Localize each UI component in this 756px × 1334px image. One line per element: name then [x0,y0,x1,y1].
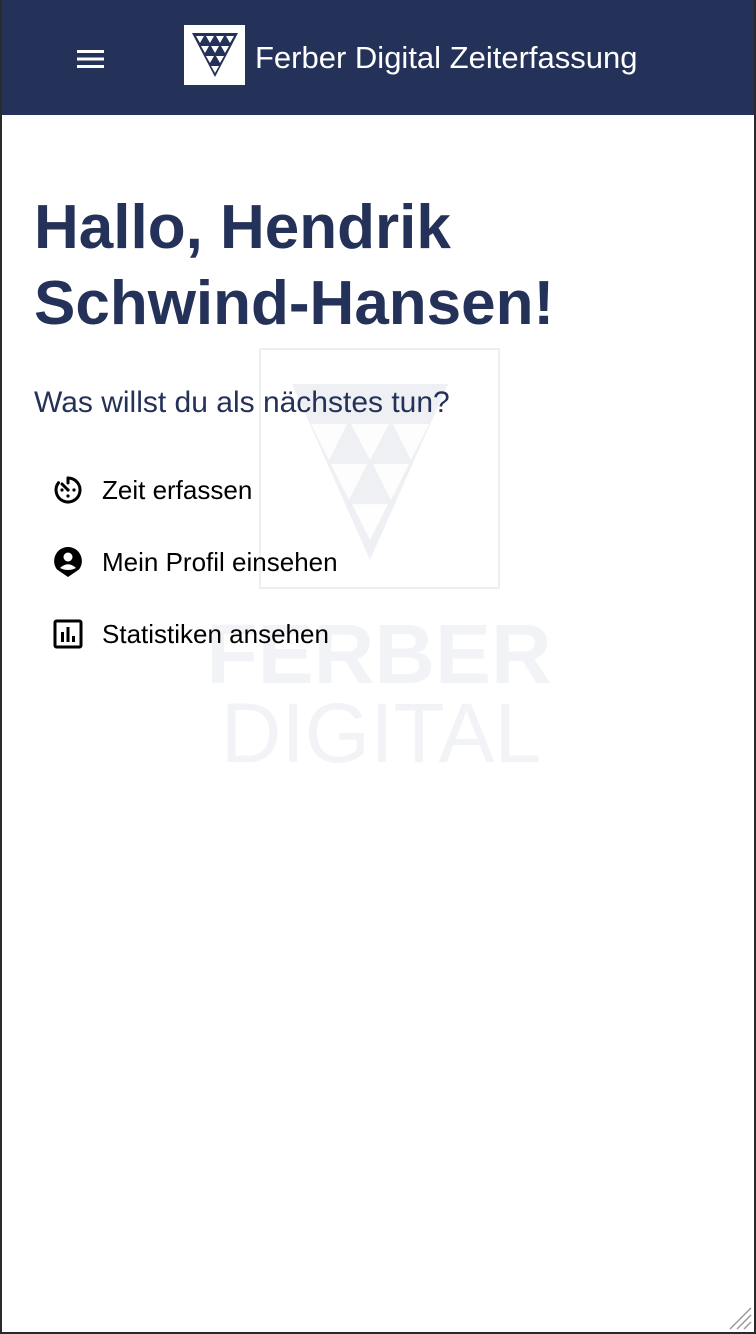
timer-icon [50,472,86,508]
app-window: FERBER DIGITAL Ferber Digital Zeiterfass… [0,0,756,1334]
next-action-prompt: Was willst du als nächstes tun? [34,386,450,419]
action-track-time[interactable]: Zeit erfassen [50,454,550,526]
account-circle-icon [50,544,86,580]
resize-grip-icon[interactable] [724,1302,752,1330]
hamburger-menu-icon [77,50,104,68]
action-list: Zeit erfassen Mein Profil einsehen Stati… [50,454,550,670]
ferber-digital-logo-icon [184,25,245,85]
app-title: Ferber Digital Zeiterfassung [255,40,638,75]
action-view-statistics[interactable]: Statistiken ansehen [50,598,550,670]
menu-button[interactable] [62,30,120,88]
action-view-profile[interactable]: Mein Profil einsehen [50,526,550,598]
app-bar: Ferber Digital Zeiterfassung [2,0,754,115]
action-label: Mein Profil einsehen [102,547,338,577]
bar-chart-icon [50,616,86,652]
action-label: Zeit erfassen [102,475,253,505]
watermark-line2: DIGITAL [221,686,542,780]
greeting-heading: Hallo, Hendrik Schwind-Hansen! [34,193,555,338]
action-label: Statistiken ansehen [102,619,329,649]
